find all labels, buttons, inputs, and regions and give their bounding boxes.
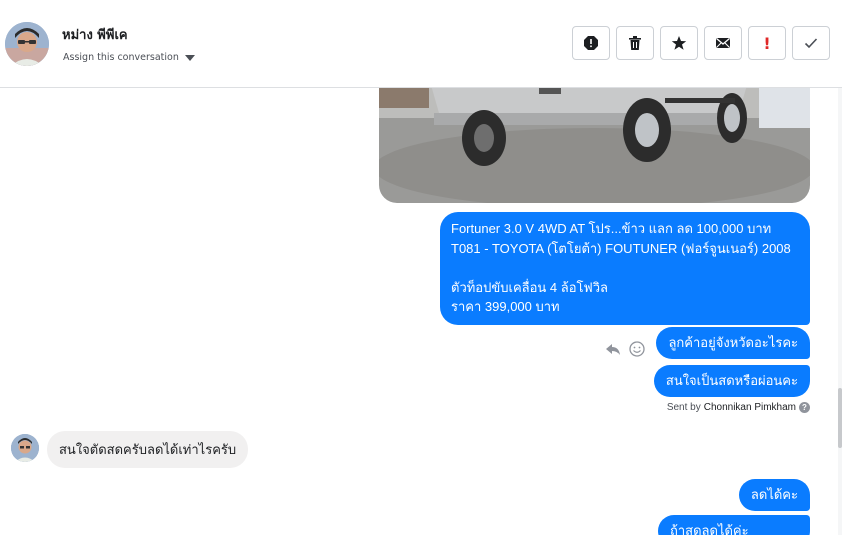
reply-icon[interactable] (604, 340, 622, 358)
listing-line: ราคา 399,000 บาท (451, 299, 560, 314)
contact-avatar[interactable] (5, 22, 49, 66)
incoming-message[interactable]: สนใจตัดสดครับลดได้เท่าไรครับ (47, 431, 249, 468)
listing-line: T081 - TOYOTA (โตโยต้า) FOUTUNER (ฟอร์จู… (451, 240, 791, 256)
conversation-window: หม่าง พีพีเค Assign this conversation ! … (0, 0, 842, 535)
contact-avatar-small[interactable] (11, 434, 39, 462)
listing-line (451, 258, 799, 278)
sent-by-prefix: Sent by (666, 402, 701, 413)
mark-unread-button[interactable] (704, 26, 742, 60)
mark-done-button[interactable] (792, 26, 830, 60)
outgoing-message[interactable]: ลูกค้าอยู่จังหวัดอะไรคะ (656, 327, 810, 359)
sent-by-label: Sent by Chonnikan Pimkham ? (667, 402, 810, 413)
listing-line: Fortuner 3.0 V 4WD AT โปร...ข้าว แลก ลด … (451, 221, 772, 236)
star-icon (671, 36, 687, 50)
outgoing-message[interactable]: สนใจเป็นสดหรือผ่อนคะ (653, 365, 810, 397)
listing-line: ตัวท็อปขับเคลื่อน 4 ล้อโฟวิล (451, 279, 608, 295)
message-list: Fortuner 3.0 V 4WD AT โปร...ข้าว แลก ลด … (0, 88, 842, 535)
checkmark-icon (804, 38, 818, 49)
trash-icon (629, 36, 641, 50)
assign-label: Assign this conversation (63, 52, 179, 63)
outgoing-message[interactable]: ถ้าสดลดได้ค่ะ (658, 515, 810, 535)
car-photo[interactable] (379, 88, 810, 203)
mark-spam-button[interactable] (572, 26, 610, 60)
scrollbar-track[interactable] (838, 88, 842, 535)
chevron-down-icon (184, 54, 195, 61)
star-button[interactable] (660, 26, 698, 60)
follow-up-button[interactable]: ! (748, 26, 786, 60)
conversation-header: หม่าง พีพีเค Assign this conversation ! (0, 0, 842, 88)
important-icon: ! (763, 33, 771, 53)
message-actions (604, 340, 646, 358)
contact-name: หม่าง พีพีเค (62, 28, 128, 43)
listing-message[interactable]: Fortuner 3.0 V 4WD AT โปร...ข้าว แลก ลด … (440, 212, 810, 325)
assign-conversation-dropdown[interactable]: Assign this conversation (63, 52, 195, 63)
help-icon[interactable]: ? (799, 402, 810, 413)
spam-icon (584, 36, 598, 50)
scrollbar-thumb[interactable] (838, 388, 842, 448)
delete-button[interactable] (616, 26, 654, 60)
outgoing-message[interactable]: ลดได้คะ (738, 479, 810, 511)
emoji-icon[interactable] (628, 340, 646, 358)
conversation-actions: ! (572, 26, 830, 60)
sender-name: Chonnikan Pimkham (703, 402, 796, 413)
mail-icon (716, 38, 730, 48)
